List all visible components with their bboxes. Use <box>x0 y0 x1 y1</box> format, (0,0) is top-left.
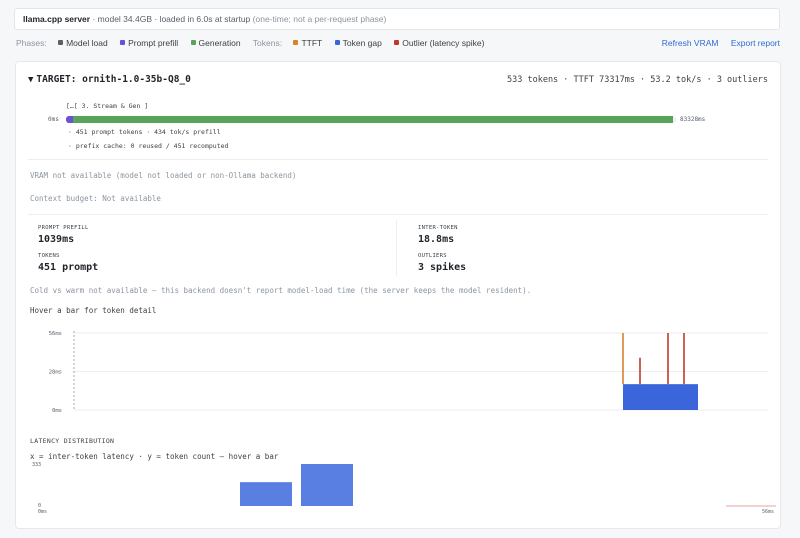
legend-token-gap: Token gap <box>342 38 382 48</box>
model-load-swatch <box>58 40 64 45</box>
y-tick-label: 0ms <box>52 408 62 414</box>
x-tick-label: 56ms <box>762 509 774 515</box>
tokens-label: Tokens: <box>252 38 283 48</box>
distribution-title: LATENCY DISTRIBUTION <box>30 437 115 445</box>
legend-generation: Generation <box>198 38 241 48</box>
prompt-prefill-swatch <box>120 40 126 45</box>
outlier-swatch <box>394 40 400 45</box>
legend-outlier: Outlier (latency spike) <box>402 38 485 48</box>
token-gap-swatch <box>334 40 340 45</box>
x-tick-label: 0ms <box>38 509 47 515</box>
server-detail: · model 34.4GB · loaded in 6.0s at start… <box>90 14 253 24</box>
generation-swatch <box>190 40 196 45</box>
distribution-subtitle: x = inter-token latency · y = token coun… <box>30 452 279 461</box>
ttft-swatch <box>293 40 299 45</box>
refresh-vram-button[interactable]: Refresh VRAM <box>662 38 719 48</box>
y-tick-label: 333 <box>32 462 41 468</box>
phases-label: Phases: <box>16 38 47 48</box>
legend-row: Phases: Model load Prompt prefill Genera… <box>16 38 780 52</box>
y-tick-label: 28ms <box>49 370 62 376</box>
histogram-bar[interactable] <box>240 482 292 506</box>
server-name: llama.cpp server <box>23 14 91 24</box>
legend-model-load: Model load <box>66 38 108 48</box>
export-report-button[interactable]: Export report <box>731 38 780 48</box>
server-note: (one-time; not a per-request phase) <box>252 14 387 24</box>
y-tick-label: 56ms <box>49 331 62 337</box>
server-banner: llama.cpp server · model 34.4GB · loaded… <box>14 8 780 30</box>
token-gap-bars <box>623 384 698 410</box>
legend-ttft: TTFT <box>301 38 323 48</box>
legend-prompt-prefill: Prompt prefill <box>128 38 179 48</box>
histogram-bar[interactable] <box>301 464 353 506</box>
target-panel: ▼ TARGET: ornith-1.0-35b-Q8_0 533 tokens … <box>15 61 781 529</box>
